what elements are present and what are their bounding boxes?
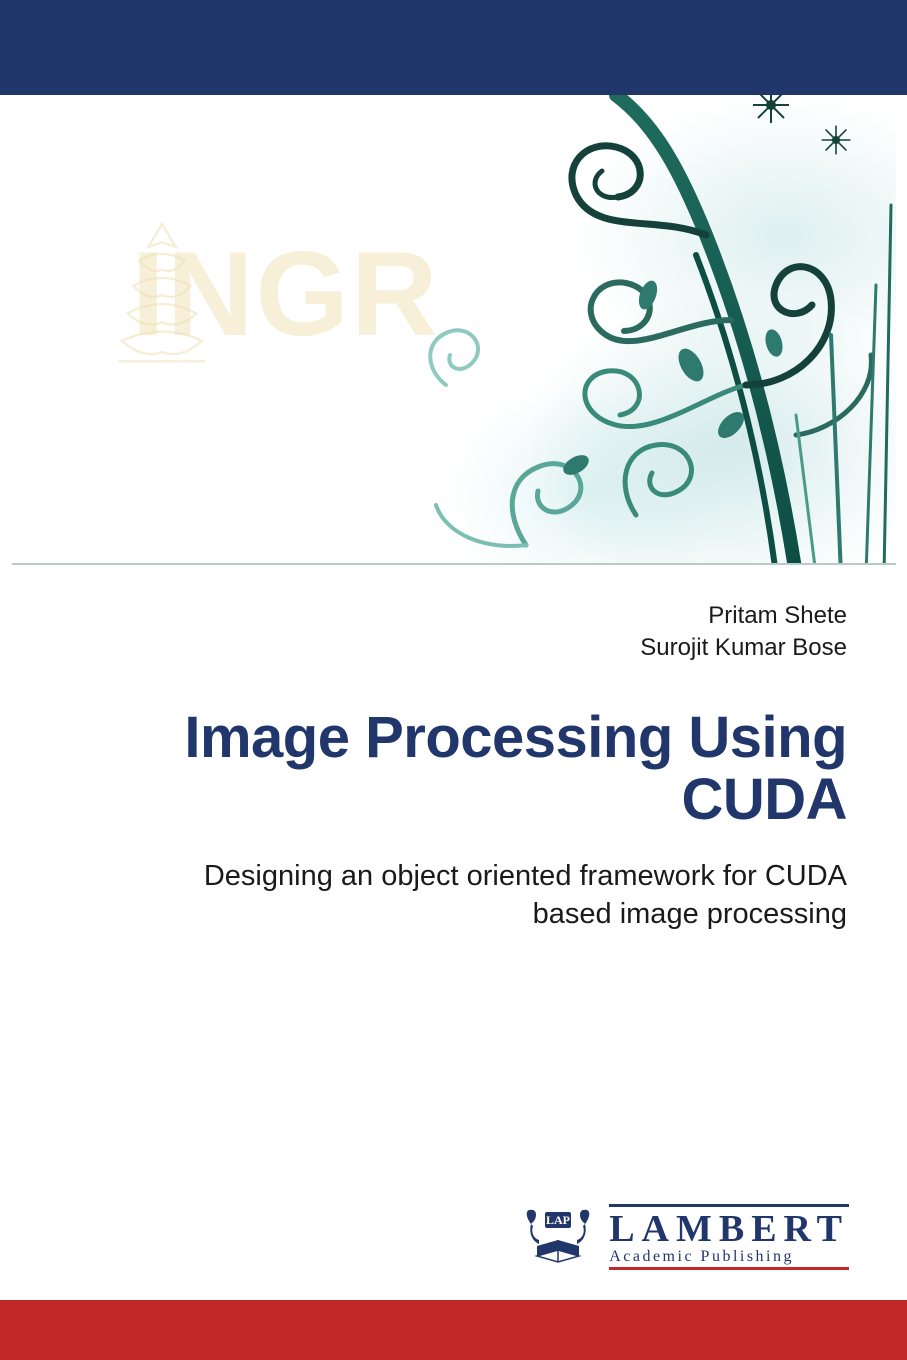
cover-art-panel: INGR — [12, 95, 896, 565]
publisher-badge-text: LAP — [546, 1213, 570, 1227]
publisher-block: LAP LAMBERT Academic Publishing — [519, 1204, 849, 1270]
bottom-red-bar — [0, 1300, 907, 1360]
publisher-text-block: LAMBERT Academic Publishing — [609, 1204, 849, 1270]
publisher-name: LAMBERT — [609, 1210, 849, 1248]
text-content-block: Pritam Shete Surojit Kumar Bose Image Pr… — [90, 600, 847, 933]
author-list: Pritam Shete Surojit Kumar Bose — [90, 600, 847, 665]
publisher-tagline: Academic Publishing — [609, 1248, 849, 1266]
subtitle-line: based image processing — [90, 896, 847, 934]
title-line: CUDA — [90, 769, 847, 832]
book-title: Image Processing Using CUDA — [90, 707, 847, 832]
author-name: Pritam Shete — [90, 600, 847, 632]
top-navy-bar — [0, 0, 907, 95]
book-subtitle: Designing an object oriented framework f… — [90, 858, 847, 933]
subtitle-line: Designing an object oriented framework f… — [90, 858, 847, 896]
author-name: Surojit Kumar Bose — [90, 632, 847, 664]
publisher-logo-icon: LAP — [519, 1206, 597, 1268]
floral-swirl-art — [276, 95, 896, 565]
title-line: Image Processing Using — [90, 707, 847, 770]
